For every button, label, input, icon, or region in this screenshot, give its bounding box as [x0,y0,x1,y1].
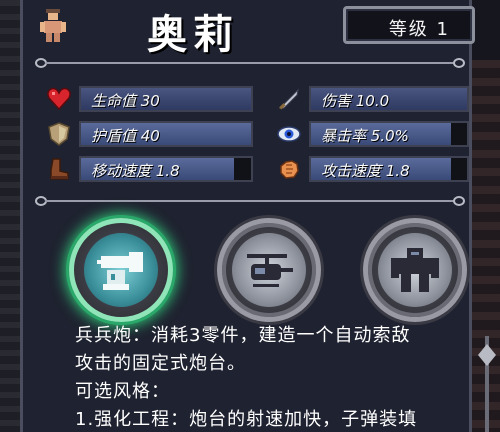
helicopter-icon [247,254,293,287]
description-line: 攻击的固定式炮台。 [75,353,246,374]
turret-icon [97,252,143,290]
level-text: 等级 1 [388,19,450,40]
stat-move-speed-label: 移动速度 1.8 [91,162,180,180]
stat-attack-speed: 攻击速度 1.8 [273,154,473,184]
skill-helicopter-button[interactable] [217,218,321,322]
stat-hp: 生命值 30 [43,84,253,114]
shield-icon [43,119,75,149]
boot-icon [43,154,75,184]
character-name: 奥莉 [147,12,239,58]
description-line: 可选风格： [75,381,170,402]
description-line: 1.强化工程：炮台的射速加快，子弹装填 [75,409,418,430]
stat-move-speed: 移动速度 1.8 [43,154,253,184]
character-panel: 奥莉 等级 1 生命值 30 伤害 10.0 护盾值 40 暴击率 5.0% 移… [20,0,496,432]
character-portrait-icon [37,8,69,44]
sword-icon [273,84,305,114]
background-wall-left [0,0,22,432]
stat-damage: 伤害 10.0 [273,84,473,114]
stat-crit: 暴击率 5.0% [273,119,473,149]
heart-icon [43,84,75,114]
stat-armor: 护盾值 40 [43,119,253,149]
eye-icon [273,119,305,149]
stat-attack-speed-label: 攻击速度 1.8 [321,162,410,180]
fist-icon [273,154,305,184]
stat-damage-label: 伤害 10.0 [321,92,390,110]
description-line: 兵兵炮：消耗3零件，建造一个自动索敌 [75,325,411,346]
level-badge: 等级 1 [343,6,475,44]
stat-crit-label: 暴击率 5.0% [321,127,409,145]
stat-armor-label: 护盾值 40 [91,127,160,145]
stat-hp-label: 生命值 30 [91,92,160,110]
skill-turret-button[interactable] [69,218,173,322]
skill-description: 兵兵炮：消耗3零件，建造一个自动索敌 攻击的固定式炮台。 可选风格： 1.强化工… [75,322,463,432]
mech-icon [391,248,439,292]
stats-divider [35,196,465,206]
top-divider [35,58,465,68]
skill-mech-button[interactable] [363,218,467,322]
